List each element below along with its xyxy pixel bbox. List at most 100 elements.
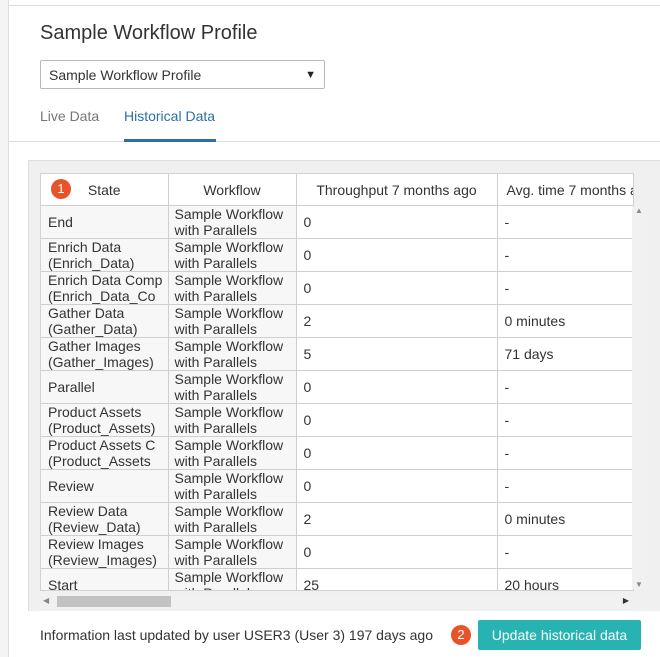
table-row[interactable]: Review Data (Review_Data) Sample Workflow w… xyxy=(41,502,633,536)
tab-live-data[interactable]: Live Data xyxy=(40,108,99,124)
table-row[interactable]: Parallel Sample Workflow with Parallels 0- xyxy=(41,370,633,404)
column-header-state[interactable]: 1 State xyxy=(41,174,169,206)
column-header-throughput[interactable]: Throughput 7 months ago xyxy=(296,174,498,206)
caret-down-icon: ▼ xyxy=(305,69,316,81)
state-cell-line-2: (Gather_Data) xyxy=(48,321,138,337)
workflow-cell-line-2: with Parallels xyxy=(174,420,257,436)
data-table: 1 State Workflow Throughput 7 months ago… xyxy=(41,174,633,591)
avg-time-cell: - xyxy=(497,205,633,239)
avg-time-cell: - xyxy=(497,238,633,272)
column-header-workflow[interactable]: Workflow xyxy=(168,174,297,206)
table-row[interactable]: Gather Images (Gather_Images) Sample Workf… xyxy=(41,337,633,371)
state-cell: Product Assets (Product_Assets) xyxy=(41,403,169,437)
tab-bar: Live Data Historical Data xyxy=(8,103,660,142)
column-header-avg-time[interactable]: Avg. time 7 months a xyxy=(497,174,633,206)
state-cell: Enrich Data Comp (Enrich_Data_Co xyxy=(41,271,169,305)
table-row[interactable]: End Sample Workflow with Parallels 0- xyxy=(41,205,633,239)
state-cell: End xyxy=(41,205,169,239)
state-cell-line-2: (Gather_Images) xyxy=(48,354,154,370)
workflow-cell-line-2: with Parallels xyxy=(174,255,257,271)
scrollbar-thumb[interactable] xyxy=(57,596,171,607)
active-tab-indicator xyxy=(124,139,216,142)
throughput-cell: 2 xyxy=(296,502,498,536)
tab-historical-data[interactable]: Historical Data xyxy=(124,108,215,124)
table-header-row: 1 State Workflow Throughput 7 months ago… xyxy=(41,174,633,206)
scroll-up-icon[interactable]: ▲ xyxy=(635,206,643,215)
historical-data-grid: 1 State Workflow Throughput 7 months ago… xyxy=(40,173,634,591)
state-cell: Product Assets C (Product_Assets xyxy=(41,436,169,470)
workflow-cell: Sample Workflowwith Parallels xyxy=(168,304,297,338)
workflow-cell: Sample Workflowwith Parallels xyxy=(168,205,297,239)
workflow-cell: Sample Workflowwith Parallels xyxy=(168,238,297,272)
scroll-right-icon[interactable]: ▶ xyxy=(623,596,629,605)
scroll-down-icon[interactable]: ▼ xyxy=(635,580,643,589)
avg-time-cell: 20 hours xyxy=(497,568,633,590)
table-row[interactable]: Product Assets C (Product_Assets Sample Wo… xyxy=(41,436,633,470)
avg-time-cell: - xyxy=(497,370,633,404)
state-cell-line-2: (Product_Assets xyxy=(48,453,151,469)
workflow-cell: Sample Workflowwith Parallels xyxy=(168,271,297,305)
table-row[interactable]: Gather Data (Gather_Data) Sample Workflow w… xyxy=(41,304,633,338)
state-cell-line-1: Start xyxy=(48,577,78,591)
throughput-cell: 0 xyxy=(296,403,498,437)
avg-time-cell: 71 days xyxy=(497,337,633,371)
workflow-cell-line-1: Sample Workflow xyxy=(174,569,284,585)
avg-time-cell: - xyxy=(497,535,633,569)
workflow-cell-line-2: with Parallels xyxy=(175,585,257,590)
workflow-cell-line-2: with Parallels xyxy=(174,453,257,469)
workflow-cell-line-1: Sample Workflow xyxy=(174,272,284,288)
update-historical-data-button[interactable]: Update historical data xyxy=(478,620,641,650)
workflow-cell: Sample Workflowwith Parallels xyxy=(168,337,297,371)
throughput-cell: 0 xyxy=(296,271,498,305)
table-row[interactable]: Product Assets (Product_Assets) Sample Wor… xyxy=(41,403,633,437)
table-row[interactable]: Review Sample Workflow with Parallels 0- xyxy=(41,469,633,503)
workflow-cell: Sample Workflowwith Parallels xyxy=(168,403,297,437)
avg-time-cell: 0 minutes xyxy=(497,304,633,338)
state-cell: Gather Images (Gather_Images) xyxy=(41,337,169,371)
vertical-scrollbar[interactable]: ▲ ▼ xyxy=(632,206,647,589)
state-cell-line-1: End xyxy=(48,214,73,230)
state-cell: Review xyxy=(41,469,169,503)
state-cell: Review Data (Review_Data) xyxy=(41,502,169,536)
workflow-cell: Sample Workflowwith Parallels xyxy=(168,568,297,590)
throughput-cell: 0 xyxy=(296,469,498,503)
profile-select[interactable]: Sample Workflow Profile ▼ xyxy=(40,60,325,89)
workflow-cell-line-1: Sample Workflow xyxy=(174,338,284,354)
avg-time-cell: - xyxy=(497,403,633,437)
workflow-cell-line-1: Sample Workflow xyxy=(174,404,284,420)
scroll-left-icon[interactable]: ◀ xyxy=(43,596,49,605)
state-cell-line-1: Review Data xyxy=(48,503,128,519)
workflow-cell-line-1: Sample Workflow xyxy=(174,239,284,255)
table-row[interactable]: Enrich Data (Enrich_Data) Sample Workflow w… xyxy=(41,238,633,272)
throughput-cell: 5 xyxy=(296,337,498,371)
table-row[interactable]: Review Images (Review_Images) Sample Workf… xyxy=(41,535,633,569)
workflow-cell-line-2: with Parallels xyxy=(174,321,257,337)
workflow-cell-line-2: with Parallels xyxy=(174,519,257,535)
horizontal-scrollbar[interactable]: ◀ ▶ xyxy=(40,594,632,609)
state-cell-line-2: (Review_Images) xyxy=(48,552,157,568)
throughput-cell: 0 xyxy=(296,370,498,404)
workflow-cell-line-2: with Parallels xyxy=(174,387,257,403)
workflow-cell: Sample Workflowwith Parallels xyxy=(168,436,297,470)
state-cell-line-1: Gather Data xyxy=(48,305,125,321)
state-cell-line-1: Product Assets xyxy=(48,404,142,420)
column-header-label: State xyxy=(87,181,121,198)
workflow-cell-line-1: Sample Workflow xyxy=(174,437,284,453)
step-badge-1: 1 xyxy=(51,179,71,199)
state-cell-line-1: Review Images xyxy=(48,536,144,552)
page-title: Sample Workflow Profile xyxy=(40,22,258,44)
workflow-cell-line-1: Sample Workflow xyxy=(174,206,284,222)
workflow-cell-line-1: Sample Workflow xyxy=(174,503,284,519)
state-cell: Start xyxy=(41,568,169,591)
table-row[interactable]: StartSample Workflowwith Parallels2520 h… xyxy=(41,568,633,591)
state-cell-line-1: Parallel xyxy=(48,379,95,395)
state-cell: Enrich Data (Enrich_Data) xyxy=(41,238,169,272)
step-badge-2: 2 xyxy=(451,625,471,645)
state-cell-line-2: (Enrich_Data) xyxy=(48,255,135,271)
table-row[interactable]: Enrich Data Comp (Enrich_Data_Co Sample Wo… xyxy=(41,271,633,305)
workflow-cell: Sample Workflowwith Parallels xyxy=(168,502,297,536)
throughput-cell: 0 xyxy=(296,436,498,470)
workflow-cell-line-2: with Parallels xyxy=(174,288,257,304)
workflow-cell: Sample Workflowwith Parallels xyxy=(168,370,297,404)
throughput-cell: 2 xyxy=(296,304,498,338)
